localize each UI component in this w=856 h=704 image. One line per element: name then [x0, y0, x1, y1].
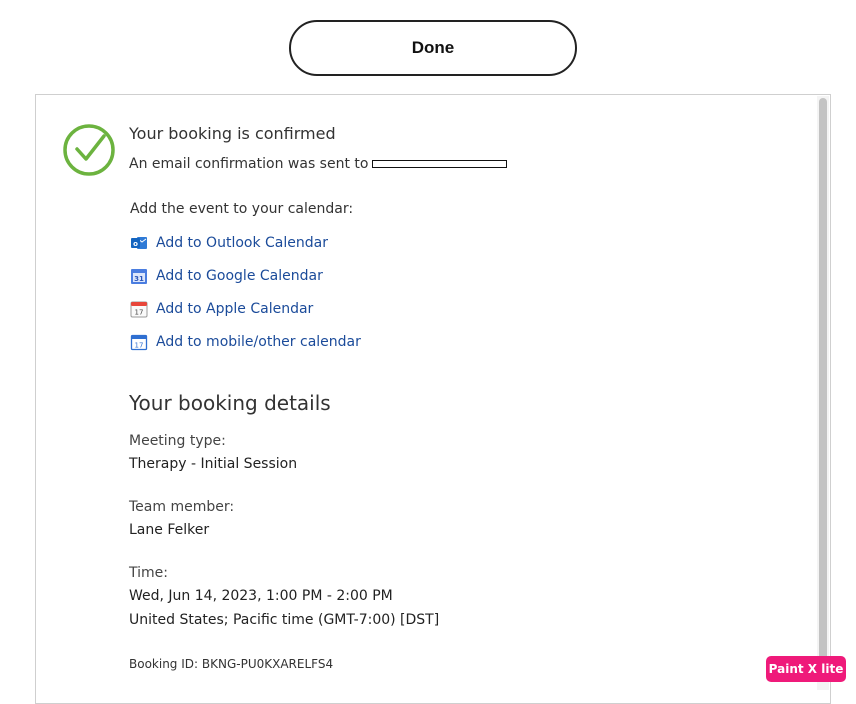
- team-member-value: Lane Felker: [129, 522, 210, 538]
- calendar-link-label[interactable]: Add to Outlook Calendar: [156, 235, 328, 251]
- email-confirmation-line: An email confirmation was sent to: [129, 156, 508, 172]
- google-calendar-icon: 31: [131, 269, 147, 284]
- meeting-type-label: Meeting type:: [129, 433, 226, 449]
- booking-id: Booking ID: BKNG-PU0KXARELFS4: [129, 657, 334, 671]
- calendar-link-google[interactable]: 31 Add to Google Calendar: [130, 266, 323, 286]
- paint-x-lite-badge: Paint X lite: [766, 656, 846, 682]
- svg-text:31: 31: [134, 275, 144, 283]
- calendar-link-apple[interactable]: 17 Add to Apple Calendar: [130, 299, 313, 319]
- calendar-link-mobile-other[interactable]: 17 Add to mobile/other calendar: [130, 332, 361, 352]
- scrollbar-thumb[interactable]: [819, 98, 827, 668]
- booking-details-heading: Your booking details: [129, 391, 331, 415]
- redacted-email: [372, 160, 508, 168]
- apple-calendar-icon: 17: [130, 301, 148, 318]
- team-member-label: Team member:: [129, 499, 235, 515]
- outlook-icon: o: [131, 237, 147, 249]
- timezone-value: United States; Pacific time (GMT-7:00) […: [129, 612, 440, 628]
- calendar-heading: Add the event to your calendar:: [130, 201, 354, 217]
- check-circle-icon: [63, 124, 115, 176]
- confirmation-title: Your booking is confirmed: [129, 124, 336, 143]
- done-button[interactable]: Done: [289, 20, 577, 76]
- svg-text:17: 17: [135, 309, 144, 317]
- calendar-link-label[interactable]: Add to mobile/other calendar: [156, 334, 361, 350]
- calendar-link-label[interactable]: Add to Google Calendar: [156, 268, 323, 284]
- email-confirmation-text: An email confirmation was sent to: [129, 156, 369, 172]
- meeting-type-value: Therapy - Initial Session: [129, 456, 298, 472]
- calendar-icon: 17: [130, 334, 148, 351]
- calendar-link-outlook[interactable]: o Add to Outlook Calendar: [130, 233, 328, 253]
- time-label: Time:: [129, 565, 168, 581]
- calendar-link-label[interactable]: Add to Apple Calendar: [156, 301, 313, 317]
- scrollbar[interactable]: [817, 96, 829, 690]
- svg-text:17: 17: [135, 342, 144, 350]
- svg-text:o: o: [133, 240, 138, 248]
- time-value: Wed, Jun 14, 2023, 1:00 PM - 2:00 PM: [129, 588, 393, 604]
